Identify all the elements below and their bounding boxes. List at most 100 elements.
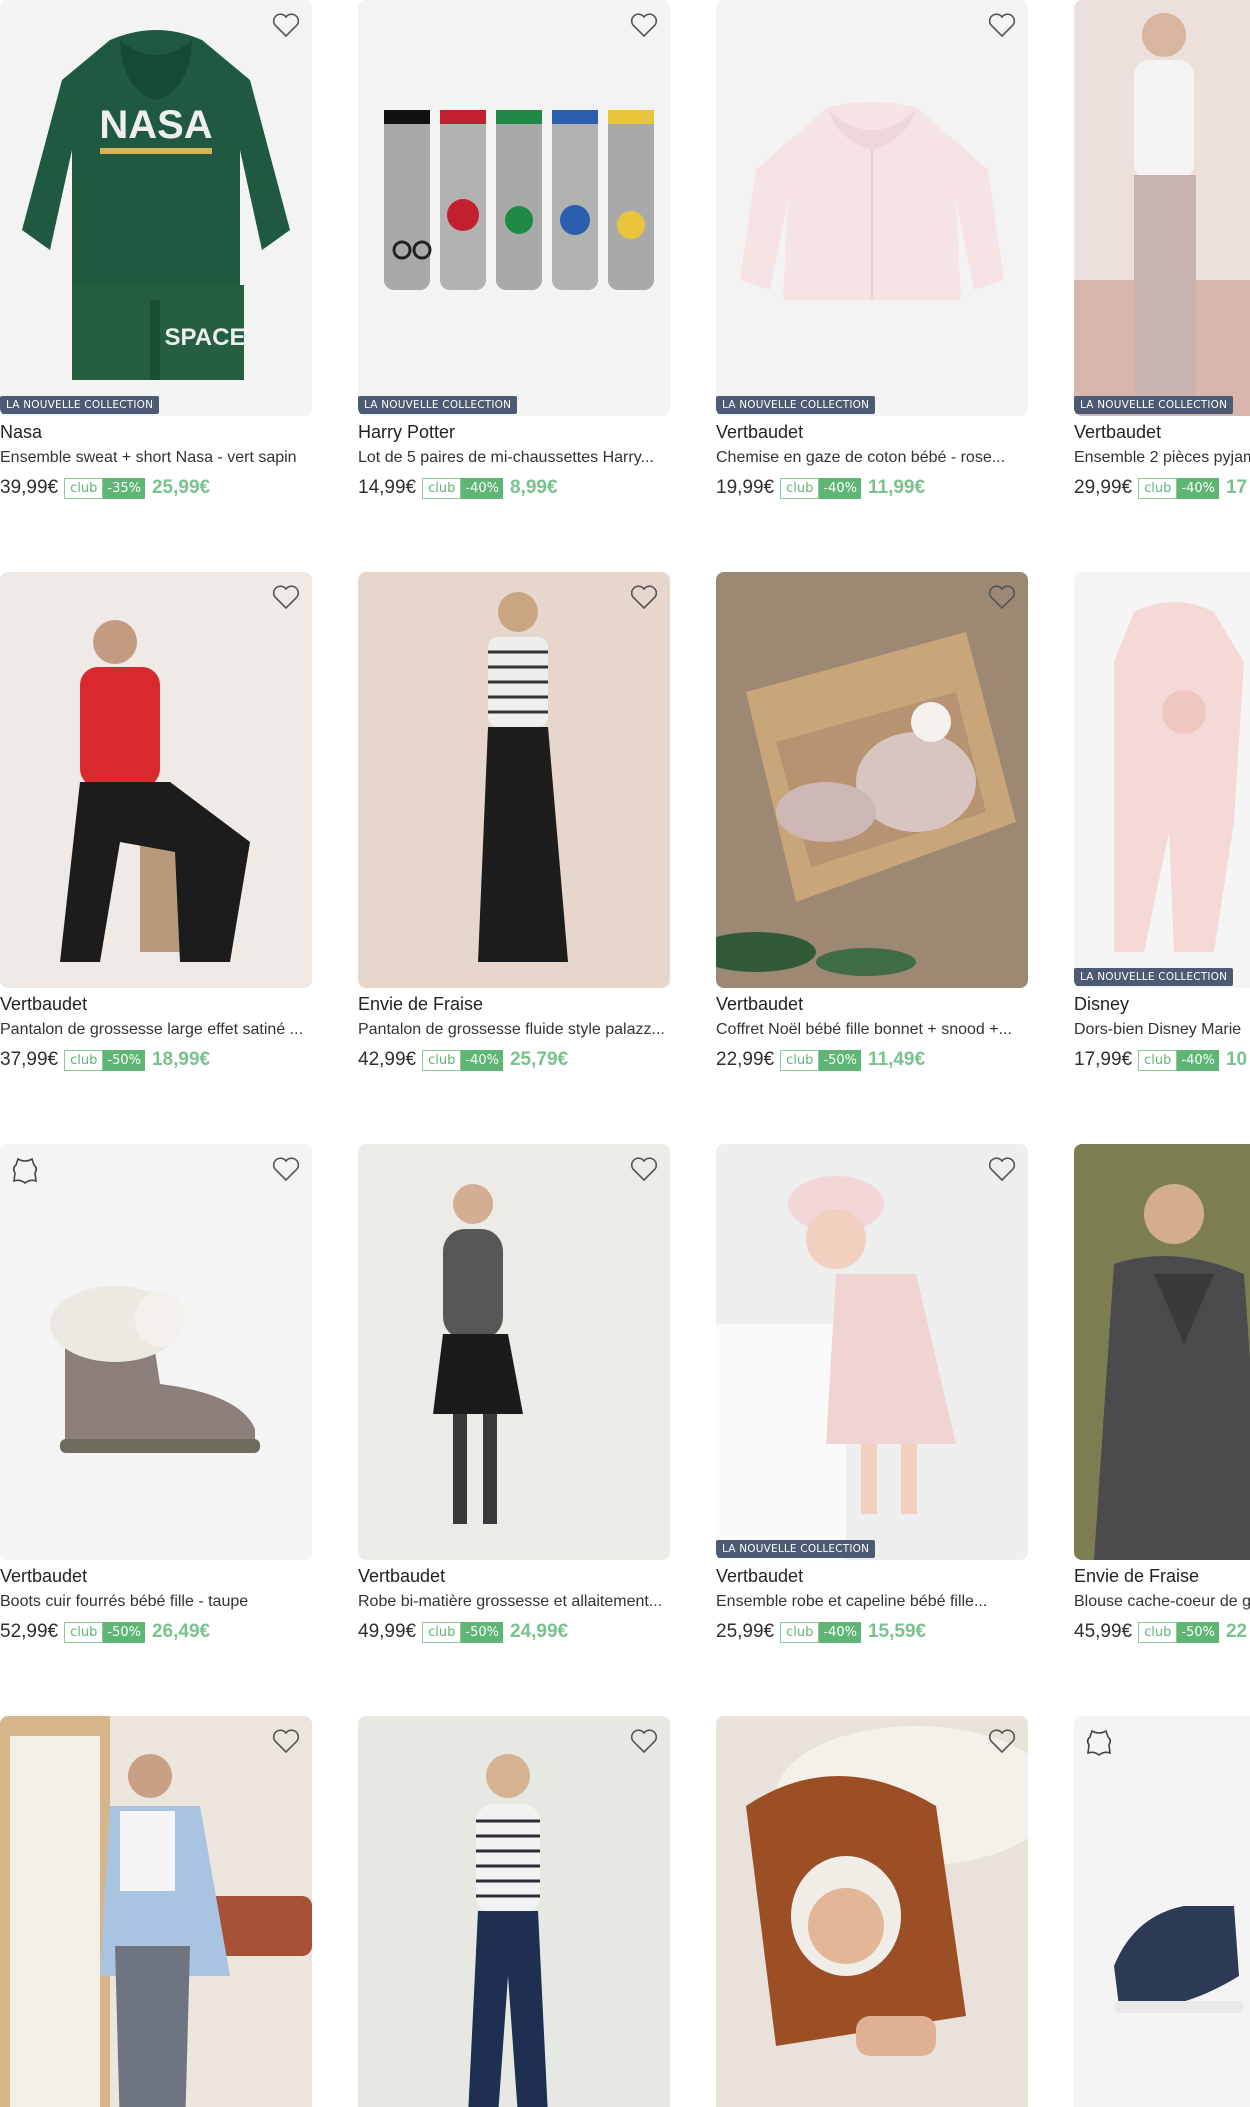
- product-card[interactable]: Vertbaudet Robe bi-matière grossesse et …: [358, 1144, 670, 1643]
- club-label: club: [780, 1621, 820, 1643]
- price-row: 14,99€ club -40% 8,99€: [358, 477, 670, 499]
- club-price: 22: [1225, 1621, 1248, 1642]
- heart-icon[interactable]: [630, 584, 658, 610]
- new-collection-badge: LA NOUVELLE COLLECTION: [358, 396, 518, 414]
- product-image[interactable]: [358, 572, 670, 988]
- discount-badge: -40%: [1177, 477, 1219, 499]
- heart-icon[interactable]: [988, 12, 1016, 38]
- price-row: 52,99€ club -50% 26,49€: [0, 1621, 312, 1643]
- heart-icon[interactable]: [272, 1156, 300, 1182]
- product-title[interactable]: Dors-bien Disney Marie: [1074, 1021, 1250, 1039]
- product-image[interactable]: [358, 1716, 670, 2107]
- product-title[interactable]: Coffret Noël bébé fille bonnet + snood +…: [716, 1021, 1028, 1039]
- heart-icon[interactable]: [988, 1156, 1016, 1182]
- product-card[interactable]: [716, 1716, 1028, 2107]
- product-image[interactable]: [1074, 1716, 1250, 2107]
- discount-badge: -40%: [819, 477, 861, 499]
- heart-icon[interactable]: [988, 584, 1016, 610]
- club-label: club: [422, 1621, 462, 1643]
- product-card[interactable]: Vertbaudet Pantalon de grossesse large e…: [0, 572, 312, 1071]
- product-brand: Vertbaudet: [0, 1566, 88, 1586]
- product-image[interactable]: [716, 1716, 1028, 2107]
- club-price: 25,79€: [509, 1049, 569, 1070]
- product-card[interactable]: Vertbaudet Boots cuir fourrés bébé fille…: [0, 1144, 312, 1643]
- product-image[interactable]: LA NOUVELLE COLLECTION: [716, 0, 1028, 416]
- price-row: 19,99€ club -40% 11,99€: [716, 477, 1028, 499]
- product-title[interactable]: Boots cuir fourrés bébé fille - taupe: [0, 1593, 312, 1611]
- product-card[interactable]: Vertbaudet Coffret Noël bébé fille bonne…: [716, 572, 1028, 1071]
- product-title[interactable]: Robe bi-matière grossesse et allaitement…: [358, 1593, 670, 1611]
- price-row: 17,99€ club -40% 10: [1074, 1049, 1250, 1071]
- product-card[interactable]: NASA SPACE LA NOUVELLE COLLECTION Nasa E…: [0, 0, 312, 499]
- heart-icon[interactable]: [272, 1728, 300, 1754]
- sneakers-image: [1074, 1716, 1250, 2107]
- product-card[interactable]: LA NOUVELLE COLLECTION Vertbaudet Ensemb…: [1074, 0, 1250, 499]
- club-label: club: [780, 477, 820, 499]
- product-title[interactable]: Ensemble robe et capeline bébé fille...: [716, 1593, 1028, 1611]
- discount-badge: -50%: [103, 1621, 145, 1643]
- product-title[interactable]: Lot de 5 paires de mi-chaussettes Harry.…: [358, 449, 670, 467]
- product-title[interactable]: Ensemble 2 pièces pyjam: [1074, 449, 1250, 467]
- product-card[interactable]: LA NOUVELLE COLLECTION Vertbaudet Chemis…: [716, 0, 1028, 499]
- product-image[interactable]: LA NOUVELLE COLLECTION: [716, 1144, 1028, 1560]
- product-title[interactable]: Pantalon de grossesse fluide style palaz…: [358, 1021, 670, 1039]
- new-collection-badge: LA NOUVELLE COLLECTION: [716, 396, 876, 414]
- pyjama-model-image: [1074, 0, 1250, 416]
- product-image[interactable]: [358, 1144, 670, 1560]
- discount-badge: -50%: [819, 1049, 861, 1071]
- heart-icon[interactable]: [630, 1728, 658, 1754]
- product-card[interactable]: Envie de Fraise Pantalon de grossesse fl…: [358, 572, 670, 1071]
- old-price: 25,99€: [716, 1621, 775, 1642]
- product-card[interactable]: LA NOUVELLE COLLECTION Vertbaudet Ensemb…: [716, 1144, 1028, 1643]
- product-card[interactable]: LA NOUVELLE COLLECTION Harry Potter Lot …: [358, 0, 670, 499]
- product-image[interactable]: LA NOUVELLE COLLECTION: [358, 0, 670, 416]
- sleepsuit-image: [1074, 572, 1250, 988]
- discount-badge: -50%: [103, 1049, 145, 1071]
- maternity-shirt-image: [0, 1716, 312, 2107]
- product-title[interactable]: Blouse cache-coeur de g: [1074, 1593, 1250, 1611]
- product-image[interactable]: [716, 572, 1028, 988]
- product-card[interactable]: [358, 1716, 670, 2107]
- heart-icon[interactable]: [272, 12, 300, 38]
- discount-badge: -40%: [1177, 1049, 1219, 1071]
- striped-top-image: [358, 1716, 670, 2107]
- old-price: 52,99€: [0, 1621, 59, 1642]
- product-image[interactable]: [1074, 1144, 1250, 1560]
- product-card[interactable]: LA NOUVELLE COLLECTION Disney Dors-bien …: [1074, 572, 1250, 1071]
- old-price: 19,99€: [716, 477, 775, 498]
- product-brand: Envie de Fraise: [358, 994, 484, 1014]
- club-label: club: [780, 1049, 820, 1071]
- old-price: 37,99€: [0, 1049, 59, 1070]
- price-row: 49,99€ club -50% 24,99€: [358, 1621, 670, 1643]
- product-card[interactable]: Envie de Fraise Blouse cache-coeur de g …: [1074, 1144, 1250, 1643]
- product-image[interactable]: [0, 572, 312, 988]
- product-card[interactable]: [1074, 1716, 1250, 2107]
- product-brand: Disney: [1074, 994, 1130, 1014]
- product-card[interactable]: [0, 1716, 312, 2107]
- new-collection-badge: LA NOUVELLE COLLECTION: [0, 396, 160, 414]
- new-collection-badge: LA NOUVELLE COLLECTION: [1074, 968, 1234, 986]
- product-title[interactable]: Chemise en gaze de coton bébé - rose...: [716, 449, 1028, 467]
- product-image[interactable]: [0, 1144, 312, 1560]
- old-price: 22,99€: [716, 1049, 775, 1070]
- price-row: 39,99€ club -35% 25,99€: [0, 477, 312, 499]
- club-price: 10: [1225, 1049, 1248, 1070]
- product-image[interactable]: LA NOUVELLE COLLECTION: [1074, 0, 1250, 416]
- svg-text:SPACE: SPACE: [165, 324, 246, 351]
- product-image[interactable]: NASA SPACE LA NOUVELLE COLLECTION: [0, 0, 312, 416]
- heart-icon[interactable]: [630, 12, 658, 38]
- baby-dress-image: [716, 1144, 1028, 1560]
- heart-icon[interactable]: [988, 1728, 1016, 1754]
- heart-icon[interactable]: [272, 584, 300, 610]
- product-title[interactable]: Ensemble sweat + short Nasa - vert sapin: [0, 449, 312, 467]
- club-price: 17: [1225, 477, 1248, 498]
- product-image[interactable]: LA NOUVELLE COLLECTION: [1074, 572, 1250, 988]
- product-image[interactable]: [0, 1716, 312, 2107]
- heart-icon[interactable]: [630, 1156, 658, 1182]
- product-title[interactable]: Pantalon de grossesse large effet satiné…: [0, 1021, 312, 1039]
- discount-badge: -50%: [461, 1621, 503, 1643]
- leather-icon: [12, 1157, 38, 1185]
- product-brand: Nasa: [0, 422, 43, 442]
- product-grid: NASA SPACE LA NOUVELLE COLLECTION Nasa E…: [0, 0, 1250, 2107]
- discount-badge: -40%: [461, 1049, 503, 1071]
